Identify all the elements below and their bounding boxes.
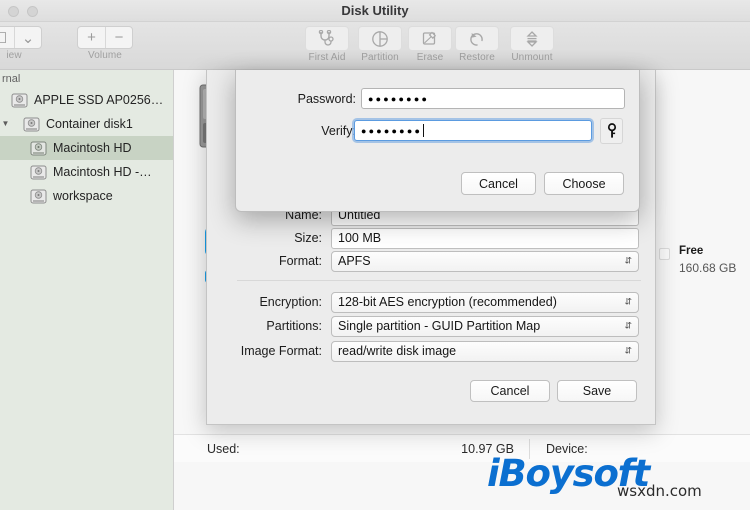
sidebar-item-label: Macintosh HD -… (53, 165, 152, 179)
form-row-partitions: Partitions: Single partition - GUID Part… (207, 315, 657, 337)
password-label: Password: (297, 92, 356, 106)
toolbar-label-unmount: Unmount (511, 52, 553, 63)
encryption-label: Encryption: (259, 295, 322, 309)
chevron-updown-icon: ⇵ (624, 255, 632, 266)
image-format-value: read/write disk image (338, 344, 457, 358)
toolbar: ☐ ⌄ iew + − Volume First Aid (0, 22, 750, 70)
sidebar-item-label: Macintosh HD (53, 141, 132, 155)
password-choose-button[interactable]: Choose (544, 172, 624, 195)
encryption-value: 128-bit AES encryption (recommended) (338, 295, 557, 309)
key-icon (607, 123, 616, 138)
watermark-site: wsxdn.com (617, 482, 702, 500)
disclosure-triangle[interactable]: ▼ (0, 112, 11, 136)
disk-icon (23, 117, 40, 131)
image-format-select[interactable]: read/write disk image ⇵ (331, 340, 639, 362)
view-segmented-control[interactable]: ☐ ⌄ (0, 26, 42, 49)
chevron-updown-icon: ⇵ (624, 320, 632, 331)
view-caption: iew (6, 50, 22, 61)
chevron-updown-icon: ⇵ (624, 296, 632, 307)
size-input[interactable]: 100 MB (331, 227, 639, 249)
pie-chart-icon (358, 26, 402, 51)
volume-control-group: + − Volume (77, 26, 133, 61)
free-value: 160.68 GB (679, 260, 737, 275)
sidebar-item-label: APPLE SSD AP0256… (34, 93, 164, 107)
stethoscope-icon (305, 26, 349, 51)
verify-label: Verify: (321, 124, 356, 138)
toolbar-label-erase: Erase (416, 52, 444, 63)
toolbar-button-first-aid[interactable]: First Aid (301, 26, 353, 63)
form-row-encryption: Encryption: 128-bit AES encryption (reco… (207, 291, 657, 313)
sidebar: rnal APPLE SSD AP0256… ▼ Container disk1 (0, 70, 174, 510)
toolbar-label-partition: Partition (361, 52, 399, 63)
form-row-format: Format: APFS ⇵ (207, 250, 657, 272)
volume-segmented-control[interactable]: + − (77, 26, 133, 49)
add-volume-button[interactable]: + (78, 27, 105, 48)
disk-icon (30, 165, 47, 179)
sidebar-item-macintosh-hd-data[interactable]: Macintosh HD -… (0, 160, 173, 184)
eject-icon (510, 26, 554, 51)
toolbar-button-restore[interactable]: Restore (451, 26, 503, 63)
toolbar-label-restore: Restore (459, 52, 495, 63)
sidebar-item-apple-ssd[interactable]: APPLE SSD AP0256… (0, 88, 173, 112)
sidebar-item-macintosh-hd[interactable]: Macintosh HD (0, 136, 173, 160)
format-select[interactable]: APFS ⇵ (331, 250, 639, 272)
volume-caption: Volume (88, 50, 122, 61)
disk-icon (30, 189, 47, 203)
sidebar-item-container-disk1[interactable]: ▼ Container disk1 (0, 112, 173, 136)
view-control-group: ☐ ⌄ iew (0, 26, 42, 61)
chevron-updown-icon: ⇵ (624, 345, 632, 356)
partitions-value: Single partition - GUID Partition Map (338, 319, 541, 333)
text-caret (423, 124, 425, 137)
form-row-image-format: Image Format: read/write disk image ⇵ (207, 340, 657, 362)
legend-swatch-free (659, 248, 670, 260)
verify-value: ●●●●●●●● (361, 125, 423, 136)
image-format-label: Image Format: (240, 344, 322, 358)
partitions-label: Partitions: (266, 319, 322, 333)
password-assistant-button[interactable] (600, 118, 623, 144)
erase-icon (408, 26, 452, 51)
toolbar-button-partition[interactable]: Partition (354, 26, 406, 63)
disk-icon (30, 141, 47, 155)
size-label: Size: (294, 231, 322, 245)
format-label: Format: (278, 254, 322, 268)
partitions-select[interactable]: Single partition - GUID Partition Map ⇵ (331, 315, 639, 337)
panel-save-button[interactable]: Save (557, 380, 637, 402)
verify-input[interactable]: ●●●●●●●● (354, 120, 592, 141)
free-label: Free (679, 245, 704, 257)
encryption-select[interactable]: 128-bit AES encryption (recommended) ⇵ (331, 291, 639, 313)
toolbar-button-unmount[interactable]: Unmount (506, 26, 558, 63)
format-value: APFS (338, 254, 371, 268)
sidebar-item-label: Container disk1 (46, 117, 133, 131)
used-label: Used: (207, 442, 240, 456)
sidebar-item-label: workspace (53, 189, 113, 203)
toolbar-button-erase[interactable]: Erase (404, 26, 456, 63)
remove-volume-button[interactable]: − (105, 27, 132, 48)
sidebar-item-workspace[interactable]: workspace (0, 184, 173, 208)
password-input[interactable]: ●●●●●●●● (361, 88, 625, 109)
undo-arrow-icon (455, 26, 499, 51)
disk-utility-window: Disk Utility ☐ ⌄ iew + − Volume (0, 0, 750, 510)
disk-icon (11, 93, 28, 107)
title-bar: Disk Utility (0, 0, 750, 22)
panel-separator (237, 280, 641, 281)
free-legend: Free 160.68 GB (679, 244, 736, 276)
sidebar-section-header: rnal (2, 73, 21, 85)
password-sheet: Password: ●●●●●●●● Verify: ●●●●●●●● Canc… (235, 70, 640, 212)
toolbar-label-first-aid: First Aid (308, 52, 346, 63)
view-sidebar-icon[interactable]: ☐ (0, 27, 14, 48)
panel-cancel-button[interactable]: Cancel (470, 380, 550, 402)
password-cancel-button[interactable]: Cancel (461, 172, 536, 195)
window-title: Disk Utility (341, 3, 409, 18)
status-bar: Used: 10.97 GB Device: (174, 434, 750, 462)
chevron-down-icon[interactable]: ⌄ (14, 27, 41, 48)
form-row-size: Size: 100 MB (207, 227, 657, 249)
